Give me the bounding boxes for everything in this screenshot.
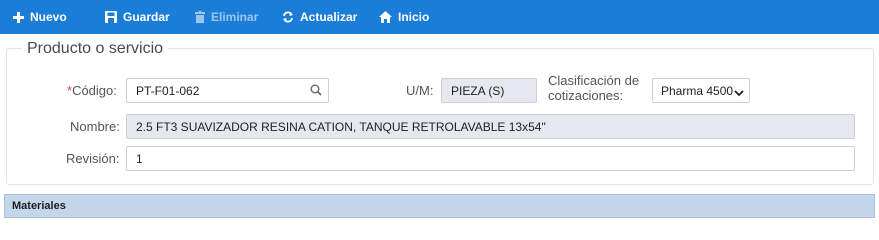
clasificacion-label: Clasificación de cotizaciones: <box>548 73 639 103</box>
guardar-button[interactable]: Guardar <box>105 0 170 34</box>
nuevo-button[interactable]: Nuevo <box>13 0 67 34</box>
actualizar-label: Actualizar <box>300 10 358 24</box>
eliminar-button[interactable]: Eliminar <box>195 0 258 34</box>
guardar-label: Guardar <box>123 10 170 24</box>
codigo-label: *Código: <box>67 83 117 98</box>
clasificacion-label-line1: Clasificación de <box>548 73 640 88</box>
nombre-label: Nombre: <box>70 119 120 134</box>
nuevo-label: Nuevo <box>30 10 67 24</box>
inicio-button[interactable]: Inicio <box>379 0 429 34</box>
home-icon <box>379 11 392 23</box>
revision-input[interactable]: 1 <box>126 146 855 171</box>
trash-icon <box>195 11 205 23</box>
um-value: PIEZA (S) <box>451 83 505 98</box>
inicio-label: Inicio <box>398 10 430 24</box>
clasificacion-label-line2: cotizaciones: <box>548 88 624 103</box>
toolbar: Nuevo Guardar Eliminar Actualizar Inicio <box>0 0 879 34</box>
clasificacion-select[interactable]: Pharma 4500 <box>652 78 750 103</box>
materiales-section-header[interactable]: Materiales <box>4 194 875 218</box>
revision-label: Revisión: <box>66 151 120 166</box>
materiales-title: Materiales <box>12 200 66 212</box>
fieldset-legend: Producto o servicio <box>22 40 169 58</box>
clasificacion-value: Pharma 4500 <box>661 83 734 98</box>
nombre-value: 2.5 FT3 SUAVIZADOR RESINA CATION, TANQUE… <box>136 119 546 134</box>
codigo-input[interactable]: PT-F01-062 <box>126 78 329 103</box>
actualizar-button[interactable]: Actualizar <box>282 0 357 34</box>
codigo-label-text: Código: <box>72 83 117 98</box>
codigo-value: PT-F01-062 <box>136 83 200 98</box>
chevron-down-icon <box>734 86 744 100</box>
um-label: U/M: <box>406 83 434 98</box>
revision-value: 1 <box>136 151 143 166</box>
eliminar-label: Eliminar <box>211 10 259 24</box>
plus-icon <box>13 11 24 23</box>
um-field: PIEZA (S) <box>441 78 537 103</box>
refresh-icon <box>282 11 294 23</box>
save-icon <box>105 11 117 23</box>
nombre-field: 2.5 FT3 SUAVIZADOR RESINA CATION, TANQUE… <box>126 114 855 139</box>
search-icon[interactable] <box>310 84 322 99</box>
